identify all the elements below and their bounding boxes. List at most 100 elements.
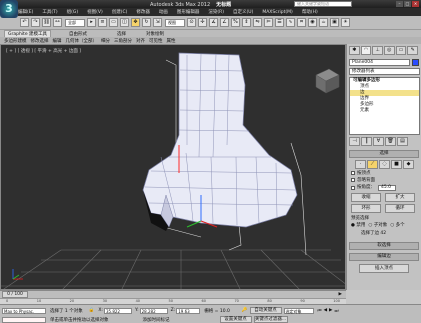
search-input[interactable]: 键入关键字或短语: [294, 1, 352, 7]
scale-icon[interactable]: ⇲: [153, 18, 162, 27]
select-object-icon[interactable]: ▸: [87, 18, 96, 27]
preview-off-radio[interactable]: ● 禁用: [351, 222, 365, 229]
soft-selection-rollout-header[interactable]: 软选择: [349, 242, 419, 250]
menu-tools[interactable]: 工具(T): [42, 9, 57, 15]
edit-edges-rollout-header[interactable]: 编辑边: [349, 253, 419, 261]
minimize-button[interactable]: –: [396, 1, 403, 7]
panel-subdivision[interactable]: 细分: [101, 38, 110, 44]
go-to-end-icon[interactable]: ⏭: [335, 308, 339, 314]
display-tab-icon[interactable]: ▭: [395, 46, 407, 55]
element-mode-icon[interactable]: ◆: [403, 160, 414, 169]
panel-triangulation[interactable]: 三角剖分: [114, 38, 132, 44]
edge-mode-icon[interactable]: ⟋: [367, 160, 378, 169]
loop-button[interactable]: 循环: [385, 204, 415, 213]
y-coordinate-input[interactable]: 28.282: [139, 307, 168, 314]
next-frame-icon[interactable]: ▶: [339, 292, 342, 297]
shrink-button[interactable]: 收缩: [351, 193, 381, 202]
menu-maxscript[interactable]: MAXScript(M): [262, 10, 293, 15]
render-setup-icon[interactable]: ☕: [319, 18, 328, 27]
hierarchy-tab-icon[interactable]: ⊥: [372, 46, 384, 55]
panel-edit[interactable]: 编辑: [53, 38, 62, 44]
angle-input[interactable]: 45.0: [378, 184, 396, 191]
rendered-frame-icon[interactable]: ▣: [330, 18, 339, 27]
by-vertex-checkbox[interactable]: 按顶点: [351, 170, 421, 177]
unlink-icon[interactable]: ⚯: [53, 18, 62, 27]
preview-multi-radio[interactable]: ○ 多个: [390, 222, 404, 229]
object-color-swatch[interactable]: [412, 59, 419, 66]
time-slider-handle[interactable]: 0 / 100: [2, 291, 28, 298]
menu-views[interactable]: 视图(V): [87, 9, 103, 15]
maxscript-listener-field[interactable]: Max to Physac.: [2, 307, 46, 314]
redo-icon[interactable]: ↷: [31, 18, 40, 27]
material-editor-icon[interactable]: ◉: [308, 18, 317, 27]
rotate-icon[interactable]: ↻: [142, 18, 151, 27]
set-key-button[interactable]: 设置关键点: [219, 316, 252, 323]
play-icon[interactable]: ▶: [329, 308, 332, 313]
border-mode-icon[interactable]: ◌: [379, 160, 390, 169]
auto-key-toggle[interactable]: 自动关键点: [249, 307, 282, 314]
panel-align[interactable]: 对齐: [136, 38, 145, 44]
configure-sets-icon[interactable]: ▤: [397, 137, 408, 146]
object-name-field[interactable]: Plane004: [349, 59, 411, 66]
selection-filter-dropdown[interactable]: 全部: [65, 18, 85, 27]
maximize-button[interactable]: □: [404, 1, 411, 7]
ignore-backfacing-checkbox[interactable]: 忽略背面: [351, 177, 421, 184]
reference-coordinate-dropdown[interactable]: 视图: [165, 18, 185, 27]
close-button[interactable]: ✕: [412, 1, 419, 7]
polygon-mode-icon[interactable]: ■: [391, 160, 402, 169]
modifier-list-dropdown[interactable]: 修改器列表: [349, 68, 420, 75]
schematic-view-icon[interactable]: ⌗: [297, 18, 306, 27]
mirror-icon[interactable]: ⇋: [253, 18, 262, 27]
undo-icon[interactable]: ↶: [20, 18, 29, 27]
menu-create[interactable]: 创建(C): [112, 9, 128, 15]
panel-modify-selection[interactable]: 修改选择: [31, 38, 49, 44]
show-end-result-icon[interactable]: ║: [361, 137, 372, 146]
z-coordinate-input[interactable]: 19.63: [176, 307, 201, 314]
vertex-mode-icon[interactable]: ·: [355, 160, 366, 169]
selection-rollout-header[interactable]: 选择: [349, 150, 419, 158]
select-manipulate-icon[interactable]: ✢: [198, 18, 207, 27]
modify-tab-icon[interactable]: ◠: [360, 46, 372, 55]
ring-button[interactable]: 环形: [351, 204, 381, 213]
link-icon[interactable]: ⛓: [42, 18, 51, 27]
time-slider[interactable]: 0 / 100 ▶: [0, 290, 346, 298]
previous-frame-icon[interactable]: ◀: [324, 308, 327, 313]
remove-modifier-icon[interactable]: 🗑: [385, 137, 396, 146]
auto-key-button[interactable]: 🔑: [242, 308, 248, 313]
menu-modifiers[interactable]: 修改器: [136, 9, 150, 15]
create-tab-icon[interactable]: ✱: [349, 46, 360, 55]
nose-mesh[interactable]: [142, 52, 298, 231]
menu-help[interactable]: 帮助(H): [302, 9, 318, 15]
panel-geometry-all[interactable]: 几何体（全部）: [66, 38, 98, 44]
panel-visibility[interactable]: 可见性: [149, 38, 163, 44]
align-icon[interactable]: ⊨: [264, 18, 273, 27]
render-icon[interactable]: ☀: [341, 18, 350, 27]
tab-selection[interactable]: 选择: [117, 31, 126, 37]
layer-manager-icon[interactable]: ☰: [275, 18, 284, 27]
maxscript-output-field[interactable]: [2, 316, 46, 323]
tab-object-paint[interactable]: 对象绘制: [146, 31, 164, 37]
make-unique-icon[interactable]: ∀: [373, 137, 384, 146]
selected-object-dropdown[interactable]: 选定对象: [283, 307, 314, 314]
menu-edit[interactable]: 编辑(E): [18, 9, 33, 15]
menu-group[interactable]: 组(G): [67, 9, 79, 15]
panel-properties[interactable]: 属性: [167, 38, 176, 44]
by-angle-checkbox[interactable]: [351, 185, 355, 190]
snap-icon[interactable]: ∡: [209, 18, 218, 27]
key-filters-button[interactable]: 关键点过滤器...: [253, 316, 288, 323]
angle-snap-icon[interactable]: ∠: [220, 18, 229, 27]
tab-freeform[interactable]: 自由形式: [69, 31, 87, 37]
move-icon[interactable]: ✥: [131, 18, 140, 27]
grow-button[interactable]: 扩大: [385, 193, 415, 202]
viewcube-icon[interactable]: [315, 68, 340, 94]
pivot-icon[interactable]: ⊙: [187, 18, 196, 27]
rectangle-selection-icon[interactable]: ▭: [109, 18, 118, 27]
panel-poly-modeling[interactable]: 多边形建模: [4, 38, 27, 44]
curve-editor-icon[interactable]: ∿: [286, 18, 295, 27]
menu-animation[interactable]: 动画: [159, 9, 168, 15]
stack-item-element[interactable]: 元素: [350, 108, 419, 114]
preview-subobj-radio[interactable]: ○ 子对象: [368, 222, 387, 229]
x-coordinate-input[interactable]: 35.822: [103, 307, 132, 314]
lock-icon[interactable]: 🔒: [89, 308, 95, 313]
add-time-tag-button[interactable]: 添加时间标记: [143, 317, 170, 323]
